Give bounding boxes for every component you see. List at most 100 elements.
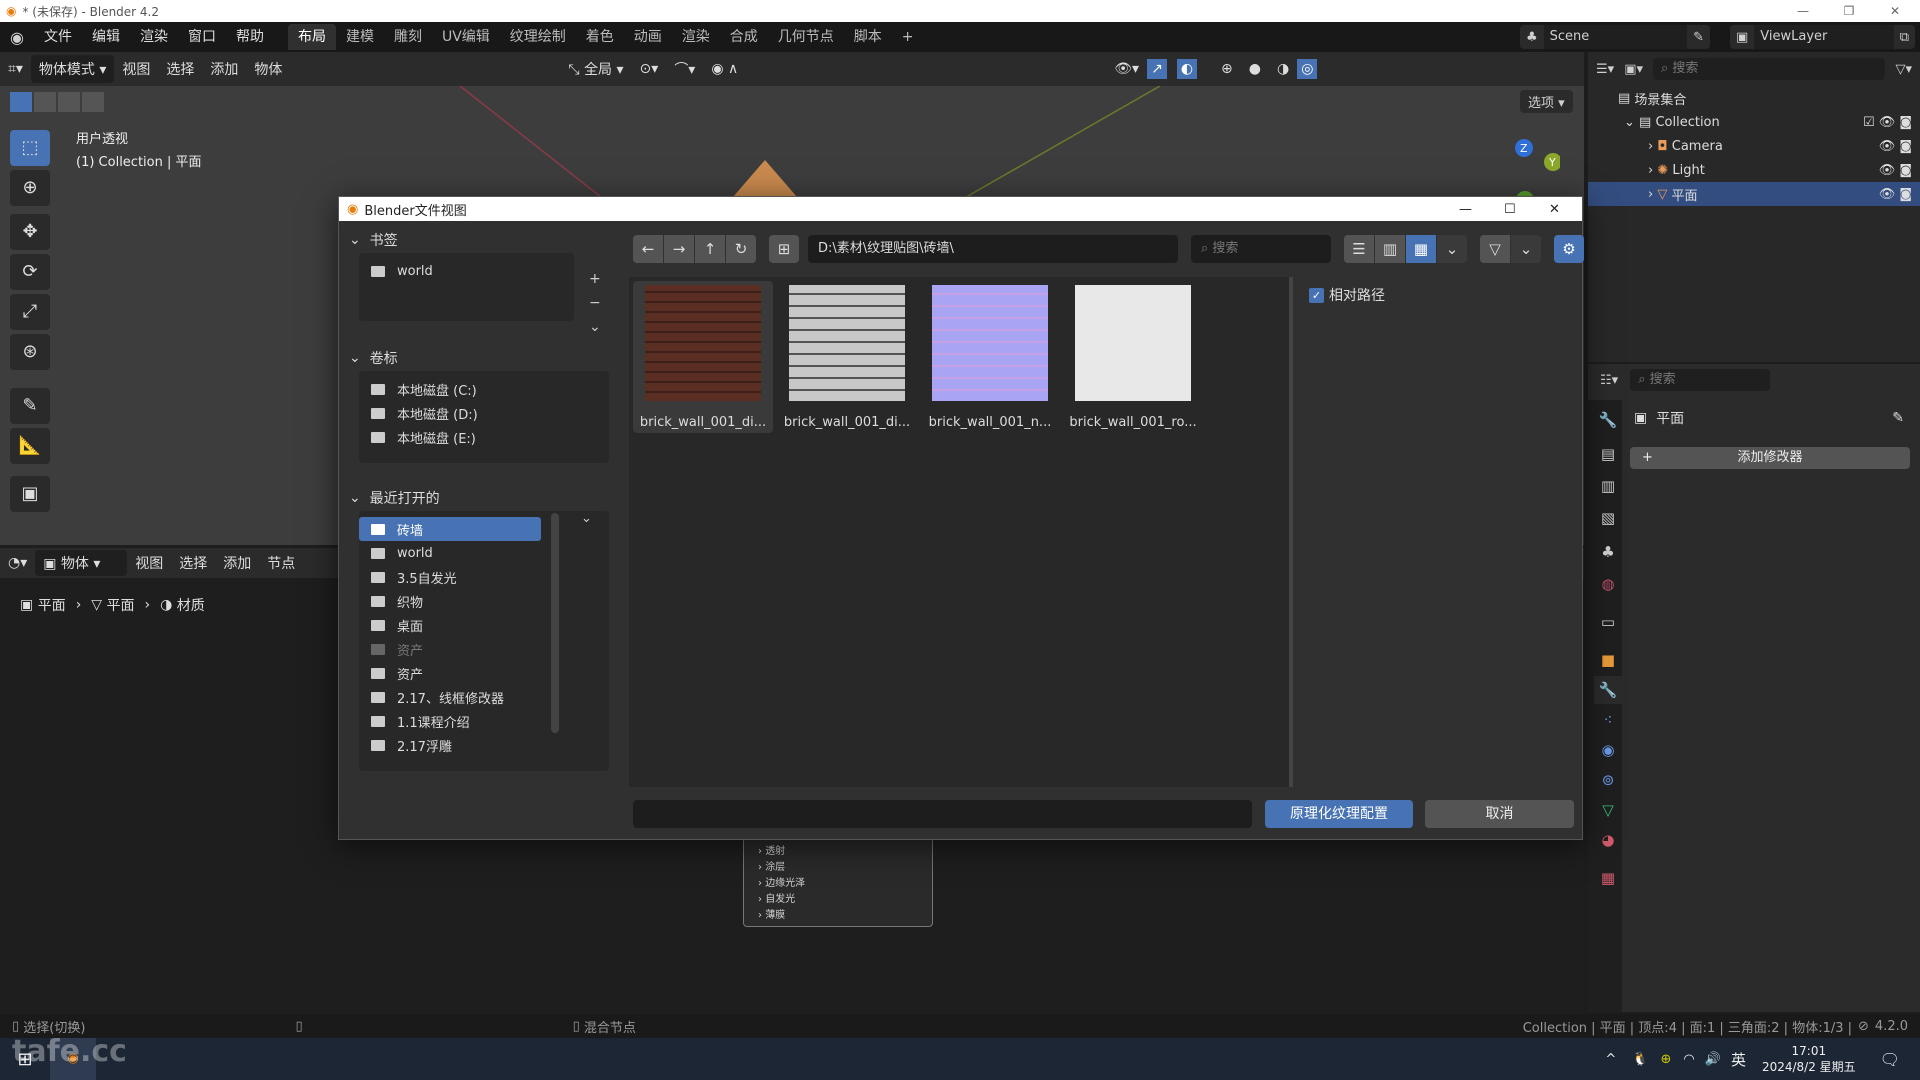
- blender-menu-icon[interactable]: ◉: [0, 28, 34, 47]
- menu-view[interactable]: 视图: [114, 59, 158, 79]
- maximize-button[interactable]: ☐: [1504, 202, 1516, 217]
- relative-path-checkbox[interactable]: ✓ 相对路径: [1309, 285, 1385, 305]
- menu-view[interactable]: 视图: [127, 553, 171, 573]
- recent-item[interactable]: 2.17、线框修改器: [359, 685, 541, 709]
- filter-view-icon[interactable]: ▣▾: [1624, 62, 1643, 77]
- menu-add[interactable]: 添加: [215, 553, 259, 573]
- parent-directory-button[interactable]: ↑: [695, 235, 725, 263]
- select-new-icon[interactable]: [10, 92, 32, 112]
- tab-rendering[interactable]: 渲染: [672, 24, 720, 50]
- grid-scrollbar[interactable]: [1289, 277, 1293, 787]
- menu-item-transmission[interactable]: › 透射: [758, 844, 932, 860]
- overlay-icon[interactable]: ◐: [1176, 59, 1198, 79]
- close-button[interactable]: ✕: [1872, 0, 1918, 22]
- refresh-button[interactable]: ↻: [726, 235, 756, 263]
- annotate-tool[interactable]: ✎: [10, 388, 50, 424]
- thumbnails-button[interactable]: ▦: [1406, 235, 1436, 263]
- minimize-button[interactable]: —: [1780, 0, 1826, 22]
- scene-name[interactable]: Scene: [1543, 25, 1688, 49]
- editor-type-icon[interactable]: ⌗▾: [0, 61, 31, 77]
- menu-select[interactable]: 选择: [171, 553, 215, 573]
- menu-help[interactable]: 帮助: [226, 22, 274, 52]
- file-thumbnail[interactable]: brick_wall_001_di...: [777, 281, 917, 433]
- recent-item[interactable]: 砖墙: [359, 517, 541, 541]
- texture-tab-icon[interactable]: ▦: [1594, 864, 1622, 892]
- menu-window[interactable]: 窗口: [178, 22, 226, 52]
- view-layer-selector[interactable]: ▣ ViewLayer ⧉: [1730, 25, 1915, 49]
- close-button[interactable]: ✕: [1549, 202, 1560, 217]
- measure-tool[interactable]: 📐: [10, 428, 50, 464]
- tab-animation[interactable]: 动画: [624, 24, 672, 50]
- object-type-selector[interactable]: ▣ 物体 ▾: [35, 550, 128, 576]
- ime-indicator[interactable]: 英: [1731, 1049, 1746, 1070]
- view-layer-tab-icon[interactable]: ▧: [1594, 504, 1622, 532]
- proportional-icon[interactable]: ◉ ∧: [703, 61, 746, 77]
- rendered-shading-icon[interactable]: ◎: [1297, 59, 1318, 79]
- filter-icon[interactable]: ▽▾: [1895, 62, 1912, 77]
- solid-shading-icon[interactable]: ●: [1241, 61, 1269, 77]
- recent-item[interactable]: 1.1课程介绍: [359, 709, 541, 733]
- snap-icon[interactable]: ⌒▾: [666, 59, 703, 79]
- render-tab-icon[interactable]: ▤: [1594, 440, 1622, 468]
- minimize-button[interactable]: —: [1459, 202, 1472, 217]
- transform-orientation[interactable]: ⤡ 全局 ▾: [560, 59, 631, 79]
- menu-item-coat[interactable]: › 涂层: [758, 860, 932, 876]
- scale-tool[interactable]: ⤢: [10, 294, 50, 330]
- recent-item[interactable]: 桌面: [359, 613, 541, 637]
- recent-item[interactable]: 资产: [359, 661, 541, 685]
- qq-icon[interactable]: 🐧: [1632, 1052, 1648, 1067]
- constraints-tab-icon[interactable]: ⊚: [1594, 766, 1622, 794]
- menu-render[interactable]: 渲染: [130, 22, 178, 52]
- checkbox-checked-icon[interactable]: ✓: [1309, 287, 1324, 303]
- menu-add[interactable]: 添加: [202, 59, 246, 79]
- pivot-icon[interactable]: ⊙▾: [632, 61, 667, 77]
- settings-gear-button[interactable]: ⚙: [1554, 235, 1584, 263]
- add-bookmark-button[interactable]: +: [589, 267, 601, 291]
- volume-icon[interactable]: 🔊: [1705, 1052, 1721, 1067]
- display-mode-icon[interactable]: ☰▾: [1596, 62, 1614, 77]
- scene-selector[interactable]: ♣ Scene ✎: [1520, 25, 1710, 49]
- tab-layout[interactable]: 布局: [287, 24, 336, 50]
- scene-tab-icon[interactable]: ♣: [1594, 538, 1622, 566]
- bookmark-item[interactable]: world: [359, 259, 574, 283]
- restore-button[interactable]: ❐: [1826, 0, 1872, 22]
- outliner-search-input[interactable]: ⌕ 搜索: [1653, 58, 1886, 80]
- tab-texture-paint[interactable]: 纹理绘制: [500, 24, 576, 50]
- particles-tab-icon[interactable]: ⁖: [1594, 706, 1622, 734]
- notification-icon[interactable]: 🗨: [1880, 1050, 1900, 1069]
- object-tab-icon[interactable]: ■: [1594, 646, 1622, 674]
- tab-sculpting[interactable]: 雕刻: [384, 24, 432, 50]
- outliner-item-plane[interactable]: › ▽ 平面 👁 ◙: [1588, 182, 1920, 206]
- new-folder-button[interactable]: ⊞: [769, 235, 799, 263]
- menu-node[interactable]: 节点: [259, 553, 303, 573]
- menu-item-thin-film[interactable]: › 薄膜: [758, 908, 932, 924]
- cancel-button[interactable]: 取消: [1425, 800, 1574, 828]
- modifier-tab-icon[interactable]: 🔧: [1594, 676, 1622, 704]
- bookmark-menu-button[interactable]: ⌄: [589, 315, 601, 339]
- options-dropdown[interactable]: 选项 ▾: [1520, 90, 1573, 113]
- filter-button[interactable]: ▽: [1480, 235, 1510, 263]
- recent-item[interactable]: 资产: [359, 637, 541, 661]
- file-thumbnail[interactable]: brick_wall_001_di...: [633, 281, 773, 433]
- tab-modeling[interactable]: 建模: [336, 24, 384, 50]
- remove-bookmark-button[interactable]: −: [589, 291, 601, 315]
- editor-type-icon[interactable]: ◔▾: [0, 555, 35, 571]
- select-invert-icon[interactable]: [82, 92, 104, 112]
- tab-shading[interactable]: 着色: [576, 24, 624, 50]
- view-layer-name[interactable]: ViewLayer: [1754, 25, 1894, 49]
- properties-search-input[interactable]: ⌕ 搜索: [1630, 369, 1771, 391]
- volume-item-c[interactable]: 本地磁盘 (C:): [359, 377, 609, 401]
- select-subtract-icon[interactable]: [58, 92, 80, 112]
- scene-collection[interactable]: ▤ 场景集合: [1588, 86, 1920, 110]
- tool-tab-icon[interactable]: 🔧: [1594, 406, 1622, 434]
- wireframe-shading-icon[interactable]: ⊕: [1213, 61, 1241, 77]
- directory-path-input[interactable]: D:\素材\纹理贴图\砖墙\: [808, 235, 1178, 263]
- rotate-tool[interactable]: ⟳: [10, 254, 50, 290]
- tray-expand-icon[interactable]: ^: [1605, 1052, 1616, 1067]
- vertical-list-button[interactable]: ☰: [1344, 235, 1374, 263]
- volume-item-d[interactable]: 本地磁盘 (D:): [359, 401, 609, 425]
- add-modifier-button[interactable]: + 添加修改器: [1630, 447, 1910, 469]
- recent-item[interactable]: world: [359, 541, 541, 565]
- pin-icon[interactable]: ✎: [1687, 30, 1710, 45]
- menu-object[interactable]: 物体: [246, 59, 290, 79]
